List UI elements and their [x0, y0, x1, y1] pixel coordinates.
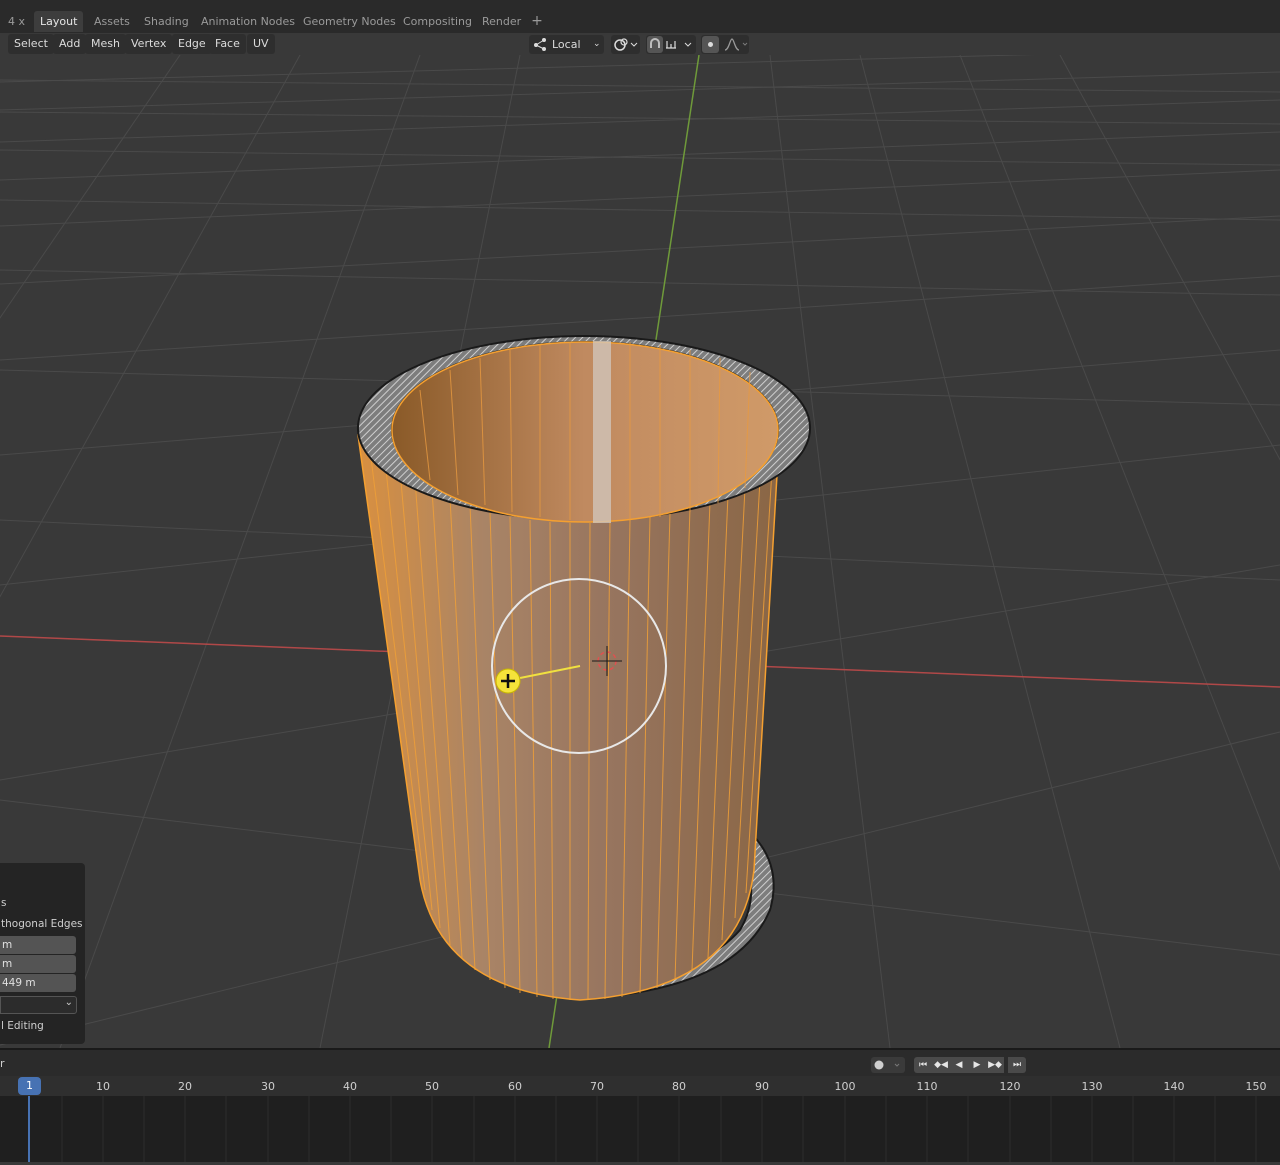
frame-tick: 120	[999, 1080, 1021, 1093]
frame-tick: 20	[178, 1080, 192, 1093]
tab-shading[interactable]: Shading	[138, 11, 195, 32]
frame-tick: 30	[261, 1080, 275, 1093]
viewport-header: Select Add Mesh Vertex Edge Face UV Loca…	[0, 33, 1280, 55]
tab-compositing[interactable]: Compositing	[397, 11, 478, 32]
keyframe-area[interactable]	[0, 1096, 1280, 1162]
frame-tick: 140	[1163, 1080, 1185, 1093]
tab-geometry-nodes[interactable]: Geometry Nodes	[297, 11, 402, 32]
menu-select[interactable]: Select	[8, 34, 54, 54]
orthogonal-edges-label[interactable]: thogonal Edges	[1, 918, 83, 930]
record-icon	[874, 1060, 900, 1070]
operator-option-label: s	[1, 897, 7, 909]
workspace-tab-bar: 4 x Layout Assets Shading Animation Node…	[0, 0, 1280, 33]
menu-edge[interactable]: Edge	[172, 34, 212, 54]
jump-to-end-button[interactable]: ⏭	[1008, 1057, 1026, 1073]
orientation-icon	[534, 38, 546, 51]
frame-ruler[interactable]: 1 10 20 30 40 50 60 70 80 90 100 110 120…	[0, 1076, 1280, 1096]
add-workspace-button[interactable]: +	[529, 11, 545, 31]
3d-viewport[interactable]: s thogonal Edges m m 449 m ⌄ l Editing	[0, 55, 1280, 1048]
selected-face-strip	[593, 341, 611, 523]
frame-tick: 60	[508, 1080, 522, 1093]
play-reverse-button[interactable]: ◀	[950, 1057, 968, 1073]
timeline-header: r ⏮ ◆◀ ◀ ▶ ▶◆ ⏭	[0, 1048, 1280, 1076]
value-field-2[interactable]: m	[0, 955, 76, 973]
menu-add[interactable]: Add	[53, 34, 87, 54]
transform-orientation-dropdown[interactable]: Local ⌄	[529, 35, 604, 54]
snap-toggle[interactable]	[646, 35, 696, 54]
frame-tick: 80	[672, 1080, 686, 1093]
chevron-down-icon: ⌄	[64, 997, 73, 1008]
tab-partial[interactable]: 4 x	[2, 11, 31, 32]
tab-assets[interactable]: Assets	[88, 11, 136, 32]
tab-layout[interactable]: Layout	[34, 11, 84, 32]
frame-tick: 150	[1245, 1080, 1267, 1093]
play-button[interactable]: ▶	[968, 1057, 986, 1073]
operator-dropdown[interactable]: ⌄	[0, 996, 77, 1014]
menu-face[interactable]: Face	[209, 34, 246, 54]
jump-to-start-button[interactable]: ⏮	[914, 1057, 932, 1073]
frame-tick: 130	[1081, 1080, 1103, 1093]
current-frame-indicator[interactable]: 1	[18, 1077, 41, 1095]
editing-label[interactable]: l Editing	[1, 1020, 44, 1032]
timeline-editor: r ⏮ ◆◀ ◀ ▶ ▶◆ ⏭ 1 10 20 30 40 50 60 70 8…	[0, 1048, 1280, 1162]
timeline-header-label: r	[0, 1057, 5, 1070]
frame-tick: 90	[755, 1080, 769, 1093]
tab-render[interactable]: Render	[476, 11, 527, 32]
menu-mesh[interactable]: Mesh	[85, 34, 126, 54]
tab-animation-nodes[interactable]: Animation Nodes	[195, 11, 301, 32]
frame-tick: 70	[590, 1080, 604, 1093]
magnet-icon	[647, 36, 692, 53]
frame-tick: 10	[96, 1080, 110, 1093]
frame-tick: 50	[425, 1080, 439, 1093]
auto-keying-toggle[interactable]	[871, 1057, 905, 1073]
chevron-down-icon: ⌄	[593, 39, 601, 49]
proportional-editing-toggle[interactable]	[701, 35, 749, 54]
frame-tick: 110	[916, 1080, 938, 1093]
pivot-point-dropdown[interactable]	[611, 35, 640, 54]
viewport-scene	[0, 55, 1280, 1048]
menu-uv[interactable]: UV	[247, 34, 275, 54]
orientation-label: Local	[552, 38, 581, 51]
jump-to-keyframe-prev-button[interactable]: ◆◀	[932, 1057, 950, 1073]
frame-tick: 100	[834, 1080, 856, 1093]
proportional-falloff-icon	[702, 36, 748, 53]
menu-vertex[interactable]: Vertex	[125, 34, 173, 54]
frame-tick: 40	[343, 1080, 357, 1093]
pivot-icon	[614, 38, 638, 51]
mouse-cursor-plus-icon	[495, 668, 521, 694]
value-field-1[interactable]: m	[0, 936, 76, 954]
timeline-grid	[28, 1096, 1257, 1162]
value-field-3[interactable]: 449 m	[0, 974, 76, 992]
last-operator-panel[interactable]: s thogonal Edges m m 449 m ⌄ l Editing	[0, 863, 85, 1044]
jump-to-keyframe-next-button[interactable]: ▶◆	[986, 1057, 1004, 1073]
